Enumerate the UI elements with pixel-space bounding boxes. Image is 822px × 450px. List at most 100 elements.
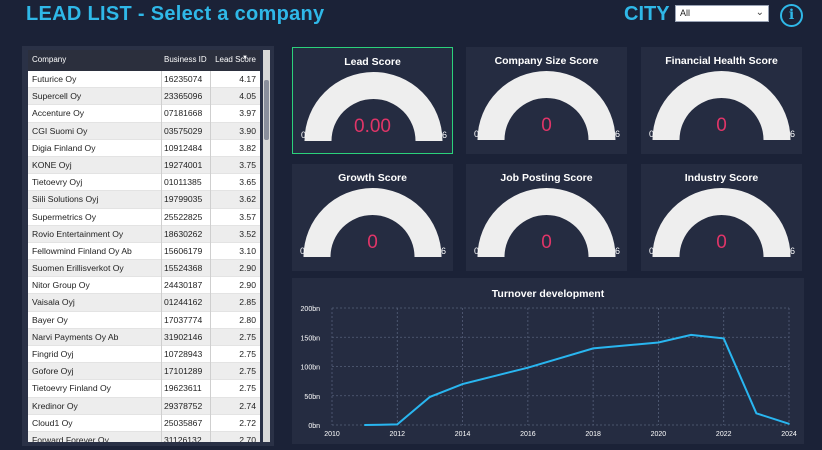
gauge-value: 0	[367, 232, 378, 253]
cell-company: Siili Solutions Oyj	[32, 194, 99, 205]
table-row[interactable]: Siili Solutions Oyj 19799035 3.62	[28, 191, 260, 209]
city-dropdown-value: All	[680, 8, 691, 18]
turnover-data-point	[690, 334, 692, 336]
cell-business-id: 01011385	[164, 177, 202, 188]
cell-company: CGI Suomi Oy	[32, 125, 88, 136]
table-row[interactable]: Vaisala Oyj 01244162 2.85	[28, 294, 260, 312]
x-tick-label: 2014	[455, 431, 471, 438]
cell-business-id: 23365096	[164, 91, 203, 102]
table-row[interactable]: Bayer Oy 17037774 2.80	[28, 312, 260, 329]
y-tick-label: 150bn	[301, 335, 321, 342]
gauge-card[interactable]: Financial Health Score 0 0 6	[641, 47, 802, 154]
chevron-down-icon: ⌄	[755, 7, 764, 18]
gauge-max-label: 6	[615, 246, 621, 256]
y-tick-label: 50bn	[304, 394, 320, 401]
cell-company: KONE Oyj	[32, 159, 72, 170]
gauge-card[interactable]: Lead Score 0.00 0 6	[292, 47, 453, 154]
cell-lead-score: 4.05	[239, 91, 256, 102]
table-row[interactable]: Nitor Group Oy 24430187 2.90	[28, 277, 260, 295]
gauge-min-label: 0	[649, 129, 655, 139]
cell-company: Tietoevry Finland Oy	[32, 383, 111, 394]
cell-company: Futurice Oy	[32, 74, 77, 84]
cell-company: Suomen Erillisverkot Oy	[32, 263, 124, 274]
table-row[interactable]: Rovio Entertainment Oy 18630262 3.52	[28, 225, 260, 243]
gauge-min-label: 0	[474, 246, 480, 256]
table-row[interactable]: Tietoevry Oyj 01011385 3.65	[28, 174, 260, 192]
cell-business-id: 25035867	[164, 417, 203, 428]
table-row[interactable]: Fingrid Oyj 10728943 2.75	[28, 346, 260, 364]
gauge-card[interactable]: Company Size Score 0 0 6	[466, 47, 627, 154]
gauge-max-label: 6	[615, 129, 621, 139]
table-row[interactable]: Tietoevry Finland Oy 19623611 2.75	[28, 380, 260, 398]
table-row[interactable]: Cloud1 Oy 25035867 2.72	[28, 415, 260, 432]
cell-business-id: 17037774	[164, 314, 203, 325]
gauge-card[interactable]: Job Posting Score 0 0 6	[466, 164, 627, 271]
column-header-company[interactable]: Company	[32, 55, 66, 64]
cell-business-id: 10912484	[164, 142, 203, 153]
table-row[interactable]: KONE Oyj 19274001 3.75	[28, 156, 260, 175]
y-tick-label: 100bn	[301, 365, 321, 372]
gauge-value: 0	[716, 115, 727, 136]
cell-lead-score: 3.90	[239, 125, 256, 136]
gauge-title: Industry Score	[684, 172, 759, 184]
cell-business-id: 16235074	[164, 74, 203, 84]
cell-lead-score: 2.74	[239, 400, 256, 411]
cell-lead-score: 2.72	[239, 417, 256, 428]
table-row[interactable]: Kredinor Oy 29378752 2.74	[28, 397, 260, 415]
table-scrollbar-thumb[interactable]	[264, 80, 269, 140]
gauge-title: Company Size Score	[494, 55, 599, 67]
x-tick-label: 2022	[716, 431, 732, 438]
cell-company: Forward Forever Oy	[32, 434, 109, 442]
table-row[interactable]: Supermetrics Oy 25522825 3.57	[28, 209, 260, 226]
turnover-data-point	[722, 337, 725, 340]
column-header-lead-score[interactable]: Lead Score	[215, 55, 256, 64]
cell-lead-score: 3.52	[239, 228, 256, 239]
gauge-max-label: 6	[441, 246, 447, 256]
column-divider	[210, 71, 211, 442]
table-row[interactable]: Fellowmind Finland Oy Ab 15606179 3.10	[28, 243, 260, 261]
table-row[interactable]: Digia Finland Oy 10912484 3.82	[28, 140, 260, 157]
cell-business-id: 19274001	[164, 159, 203, 170]
table-row[interactable]: Supercell Oy 23365096 4.05	[28, 88, 260, 106]
table-row[interactable]: Suomen Erillisverkot Oy 15524368 2.90	[28, 260, 260, 278]
table-row[interactable]: CGI Suomi Oy 03575029 3.90	[28, 122, 260, 140]
turnover-data-point	[429, 396, 431, 398]
cell-lead-score: 2.75	[239, 331, 256, 342]
x-tick-label: 2012	[389, 431, 405, 438]
info-icon[interactable]: i	[780, 4, 803, 27]
table-row[interactable]: Futurice Oy 16235074 4.17	[28, 71, 260, 89]
table-row[interactable]: Forward Forever Oy 31126132 2.70	[28, 431, 260, 442]
lead-table-panel: Company Business ID Lead Score ▼ Futuric…	[22, 46, 274, 446]
gauge-value: 0	[541, 115, 552, 136]
cell-business-id: 15606179	[164, 245, 203, 256]
turnover-data-point	[788, 423, 790, 425]
cell-company: Narvi Payments Oy Ab	[32, 331, 119, 342]
table-row[interactable]: Narvi Payments Oy Ab 31902146 2.75	[28, 328, 260, 346]
table-row[interactable]: Accenture Oy 07181668 3.97	[28, 105, 260, 123]
cell-business-id: 15524368	[164, 263, 203, 274]
column-header-business-id[interactable]: Business ID	[164, 55, 207, 64]
cell-lead-score: 3.57	[239, 211, 256, 222]
cell-lead-score: 2.80	[239, 314, 256, 325]
cell-lead-score: 2.90	[239, 263, 256, 274]
gauge-title: Growth Score	[338, 172, 407, 184]
x-tick-label: 2018	[585, 431, 601, 438]
turnover-chart-card[interactable]: Turnover development 0bn 50bn 100bn 150bn 20…	[292, 278, 804, 444]
gauge-card[interactable]: Industry Score 0 0 6	[641, 164, 802, 271]
cell-lead-score: 2.90	[239, 280, 256, 291]
cell-lead-score: 3.10	[239, 245, 256, 256]
cell-lead-score: 3.62	[239, 194, 256, 205]
table-body: Futurice Oy 16235074 4.17 Supercell Oy 23365…	[28, 71, 260, 442]
gauge-card[interactable]: Growth Score 0 0 6	[292, 164, 453, 271]
table-row[interactable]: Gofore Oyj 17101289 2.75	[28, 363, 260, 381]
cell-business-id: 29378752	[164, 400, 203, 411]
turnover-data-point	[461, 383, 464, 385]
cell-business-id: 17101289	[164, 366, 203, 377]
city-dropdown[interactable]: All ⌄	[675, 5, 769, 22]
turnover-series-line	[364, 333, 790, 426]
turnover-data-point	[396, 423, 399, 426]
gauge-max-label: 6	[442, 130, 448, 140]
cell-company: Supermetrics Oy	[32, 211, 96, 222]
cell-business-id: 24430187	[164, 280, 203, 291]
cell-business-id: 25522825	[164, 211, 203, 222]
